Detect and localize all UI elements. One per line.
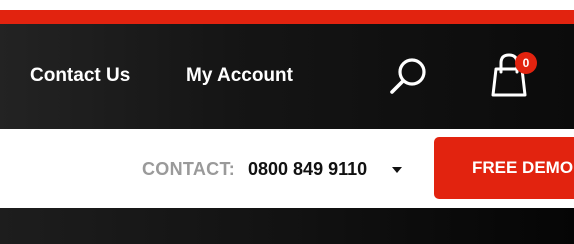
- top-white-strip: [0, 0, 574, 10]
- free-demo-button[interactable]: FREE DEMO: [434, 137, 574, 199]
- hero-section-top: [0, 208, 574, 244]
- page: Contact Us My Account 0 CONTACT: 0800 84…: [0, 0, 574, 244]
- contact-bar: CONTACT: 0800 849 9110 FREE DEMO: [0, 129, 574, 208]
- cart-count-badge: 0: [515, 52, 537, 74]
- top-accent-bar: [0, 10, 574, 24]
- cart-button[interactable]: 0: [487, 52, 543, 100]
- nav-link-my-account[interactable]: My Account: [186, 64, 293, 88]
- search-button[interactable]: [387, 54, 431, 98]
- contact-phone-number[interactable]: 0800 849 9110: [248, 158, 367, 180]
- search-icon: [390, 58, 426, 94]
- nav-link-contact-us[interactable]: Contact Us: [30, 64, 130, 88]
- main-navigation-bar: Contact Us My Account 0: [0, 24, 574, 129]
- contact-dropdown-toggle[interactable]: [386, 159, 408, 181]
- contact-label: CONTACT:: [142, 159, 236, 179]
- caret-down-icon: [392, 167, 402, 173]
